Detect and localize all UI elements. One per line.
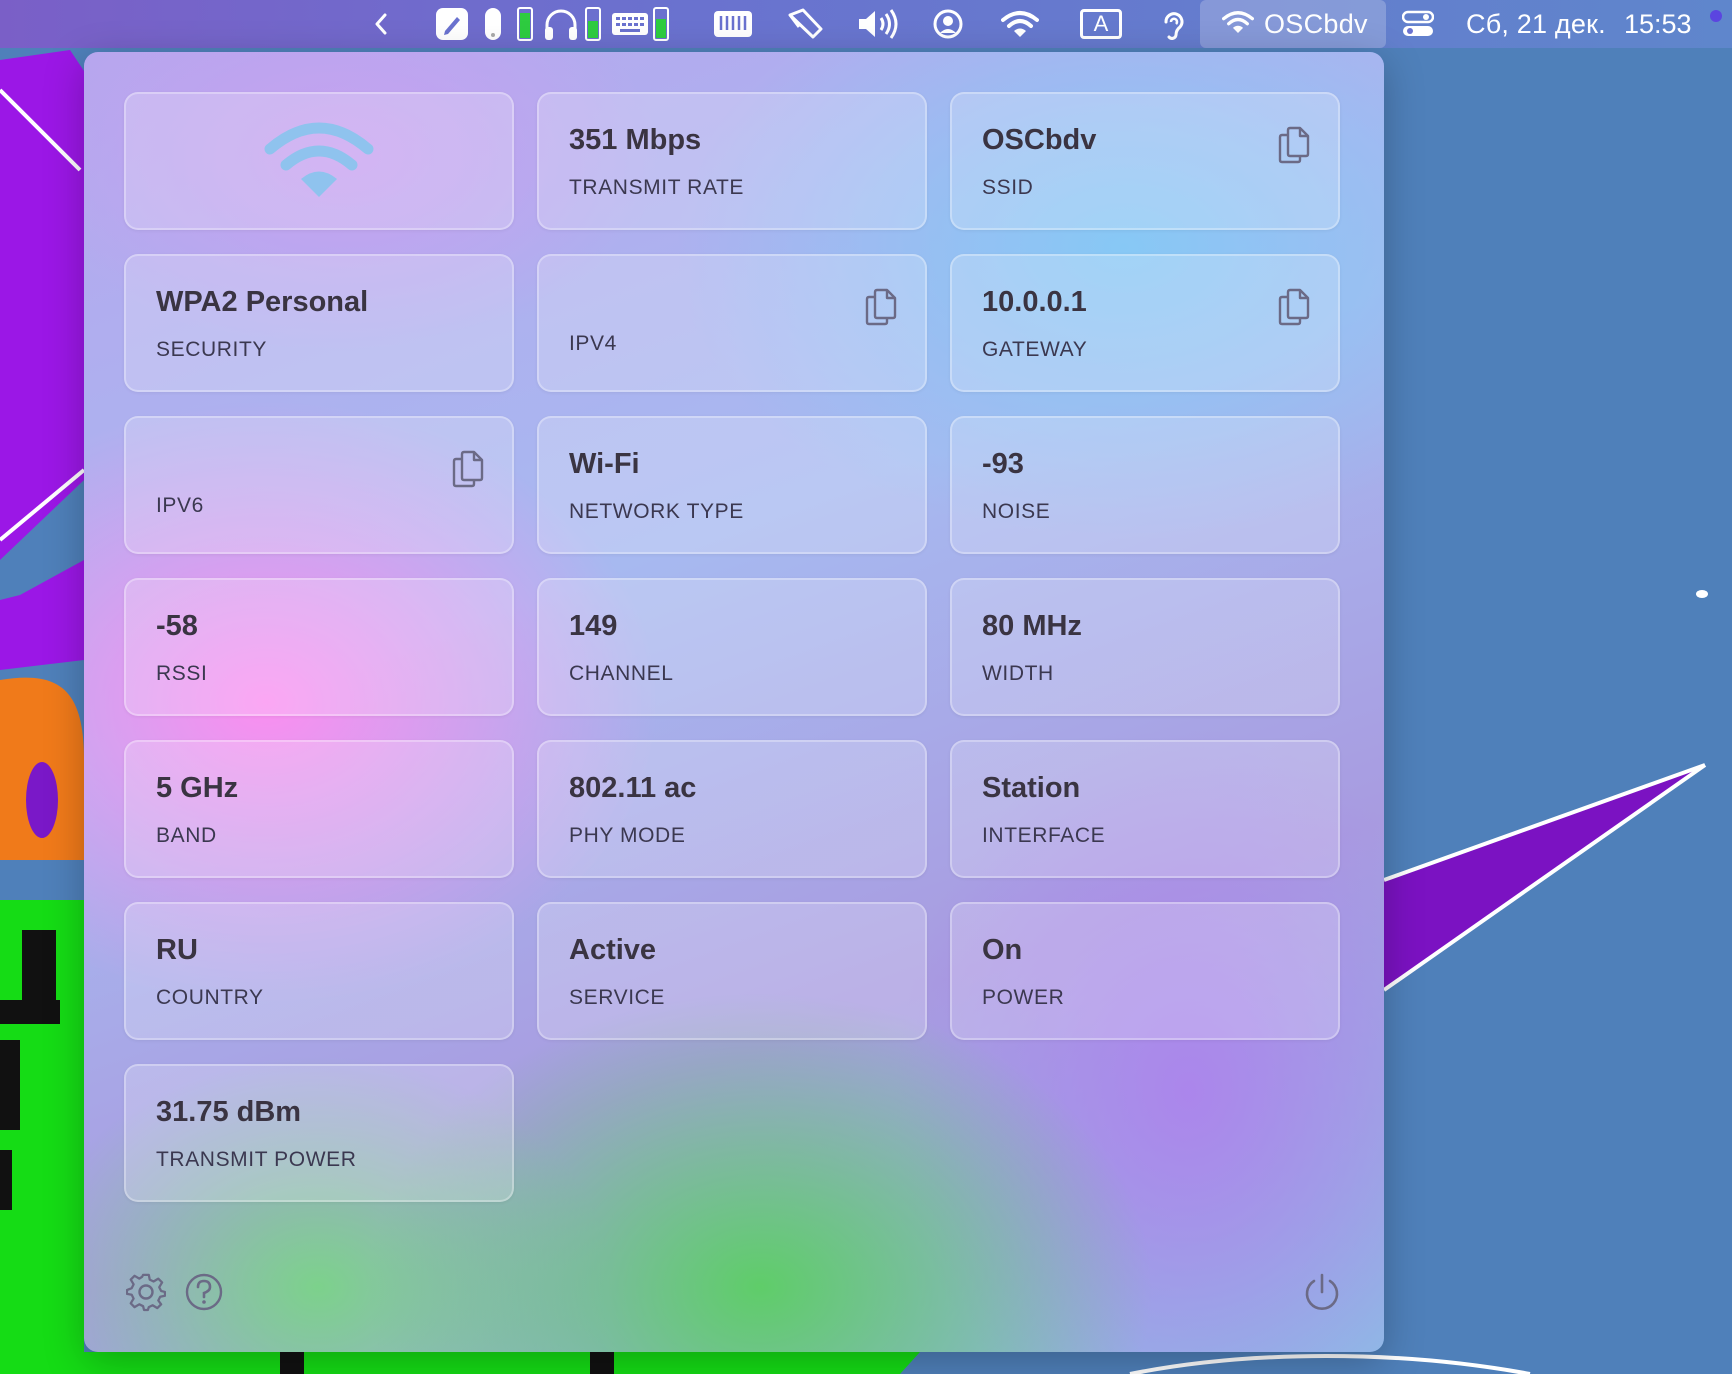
tile-value: 351 Mbps: [569, 124, 702, 156]
input-source-letter: A: [1080, 9, 1122, 39]
tile-noise: -93 NOISE: [950, 416, 1340, 554]
tile-value: OSCbdv: [982, 124, 1097, 156]
tile-value: 10.0.0.1: [982, 286, 1087, 318]
wifi-network-name: OSCbdv: [1264, 8, 1368, 39]
battery-low-icon: [652, 0, 670, 48]
tile-transmit-power: 31.75 dBm TRANSMIT POWER: [124, 1064, 514, 1202]
tile-label: WIDTH: [982, 662, 1054, 685]
tile-gateway: 10.0.0.1 GATEWAY: [950, 254, 1340, 392]
tile-power: On POWER: [950, 902, 1340, 1040]
help-icon[interactable]: [184, 1272, 224, 1312]
tile-transmit-rate: 351 Mbps TRANSMIT RATE: [537, 92, 927, 230]
battery-low-icon: [516, 0, 534, 48]
tile-value: -58: [156, 610, 198, 642]
tile-value: On: [982, 934, 1023, 966]
ruler-icon[interactable]: [712, 0, 754, 48]
flashlight-icon[interactable]: [786, 0, 824, 48]
tile-value: 149: [569, 610, 618, 642]
tile-value: Station: [982, 772, 1081, 804]
tile-phy-mode: 802.11 ac PHY MODE: [537, 740, 927, 878]
volume-icon[interactable]: [856, 0, 900, 48]
tile-label: INTERFACE: [982, 824, 1106, 847]
tile-label: PHY MODE: [569, 824, 686, 847]
tile-label: COUNTRY: [156, 986, 264, 1009]
tile-value: RU: [156, 934, 198, 966]
copy-icon[interactable]: [1278, 126, 1310, 164]
menubar-time[interactable]: 15:53: [1624, 0, 1692, 48]
tile-value: 31.75 dBm: [156, 1096, 302, 1128]
copy-icon[interactable]: [1278, 288, 1310, 326]
tile-label: RSSI: [156, 662, 208, 685]
tile-value: 802.11 ac: [569, 772, 697, 804]
hearing-icon[interactable]: [1160, 0, 1186, 48]
tile-value: 5 GHz: [156, 772, 239, 804]
tile-country: RU COUNTRY: [124, 902, 514, 1040]
tile-value: WPA2 Personal: [156, 286, 369, 318]
tile-ssid: OSCbdv SSID: [950, 92, 1340, 230]
keyboard-icon[interactable]: [610, 0, 650, 48]
wifi-icon: [264, 119, 374, 204]
tile-label: IPV6: [156, 494, 204, 517]
tile-value: -93: [982, 448, 1024, 480]
gear-icon[interactable]: [126, 1272, 166, 1312]
tile-band: 5 GHz BAND: [124, 740, 514, 878]
control-center-icon[interactable]: [1400, 0, 1436, 48]
tile-label: SECURITY: [156, 338, 267, 361]
tile-label: SERVICE: [569, 986, 666, 1009]
tile-value: Wi-Fi: [569, 448, 640, 480]
tile-label: TRANSMIT POWER: [156, 1148, 357, 1171]
tile-label: TRANSMIT RATE: [569, 176, 745, 199]
tile-label: SSID: [982, 176, 1034, 199]
tile-label: GATEWAY: [982, 338, 1088, 361]
user-circle-icon[interactable]: [932, 0, 964, 48]
tile-label: IPV4: [569, 332, 617, 355]
tile-width: 80 MHz WIDTH: [950, 578, 1340, 716]
wifi-icon[interactable]: [1000, 0, 1040, 48]
wifi-icon: [1222, 10, 1254, 39]
tile-label: CHANNEL: [569, 662, 674, 685]
tile-security: WPA2 Personal SECURITY: [124, 254, 514, 392]
tile-value: 80 MHz: [982, 610, 1082, 642]
tile-rssi: -58 RSSI: [124, 578, 514, 716]
tile-label: NOISE: [982, 500, 1051, 523]
tile-label: NETWORK TYPE: [569, 500, 744, 523]
menu-bar: A OSCbdv Сб, 21 дек. 15:53: [0, 0, 1732, 48]
menubar-date[interactable]: Сб, 21 дек.: [1466, 0, 1606, 48]
mouse-icon[interactable]: [482, 0, 504, 48]
tile-channel: 149 CHANNEL: [537, 578, 927, 716]
tile-label: POWER: [982, 986, 1065, 1009]
tile-ipv6: IPV6: [124, 416, 514, 554]
pen-icon[interactable]: [434, 0, 470, 48]
copy-icon[interactable]: [452, 450, 484, 488]
copy-icon[interactable]: [865, 288, 897, 326]
tile-label: BAND: [156, 824, 217, 847]
tile-interface: Station INTERFACE: [950, 740, 1340, 878]
power-icon[interactable]: [1302, 1272, 1342, 1312]
tile-value: Active: [569, 934, 657, 966]
wifi-status-menu[interactable]: OSCbdv: [1200, 0, 1386, 48]
wifi-info-panel: 351 Mbps TRANSMIT RATE OSCbdv SSID WPA2 …: [84, 52, 1384, 1352]
headphones-icon[interactable]: [542, 0, 580, 48]
chevron-left-icon[interactable]: [368, 0, 394, 48]
input-source-icon[interactable]: A: [1078, 0, 1124, 48]
siri-dot: [1710, 10, 1722, 22]
tile-network-type: Wi-Fi NETWORK TYPE: [537, 416, 927, 554]
battery-low-icon: [584, 0, 602, 48]
tile-ipv4: IPV4: [537, 254, 927, 392]
tile-service: Active SERVICE: [537, 902, 927, 1040]
tile-wifi-status: [124, 92, 514, 230]
